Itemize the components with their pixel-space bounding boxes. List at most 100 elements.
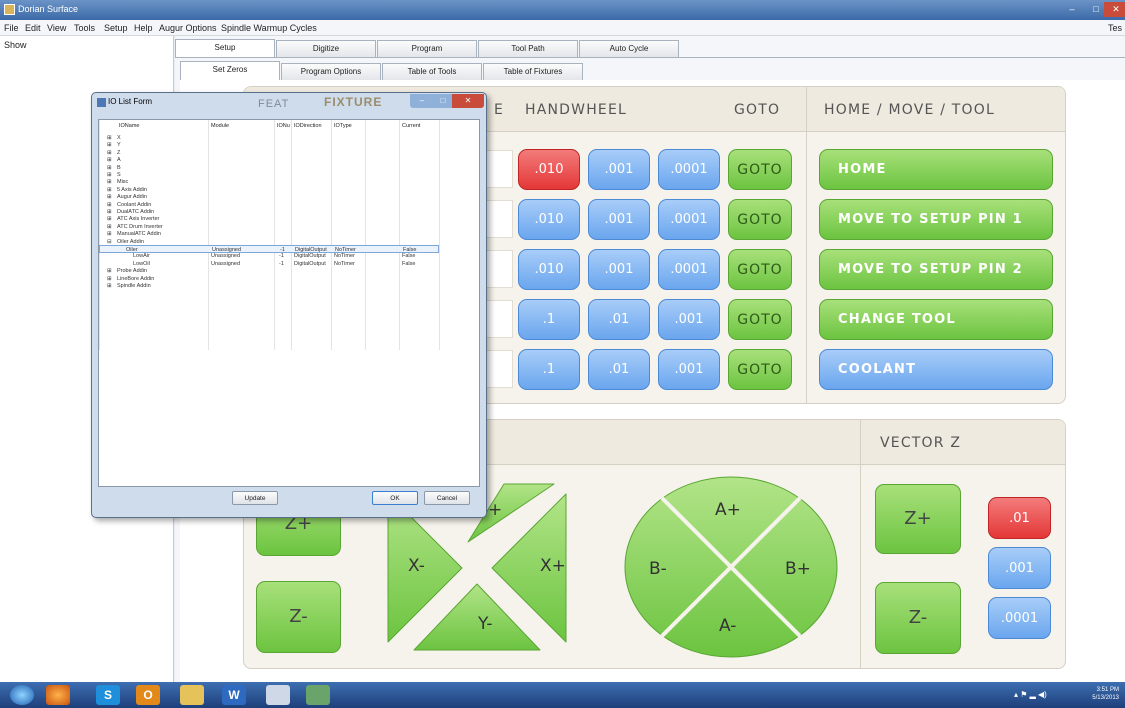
expand-icon[interactable]: ⊞	[107, 209, 112, 215]
handwheel-increment-button[interactable]: .01	[588, 299, 650, 340]
expand-icon[interactable]: ⊞	[107, 231, 112, 237]
goto-button[interactable]: GOTO	[728, 199, 792, 240]
explorer-icon[interactable]	[180, 685, 204, 705]
goto-button[interactable]: GOTO	[728, 149, 792, 190]
handwheel-increment-button[interactable]: .001	[588, 149, 650, 190]
expand-icon[interactable]: ⊞	[107, 216, 112, 222]
expand-icon[interactable]: ⊞	[107, 194, 112, 200]
skype-icon[interactable]: S	[96, 685, 120, 705]
axis-field[interactable]	[485, 300, 513, 338]
io-name-cell: S	[117, 172, 121, 178]
app-icon[interactable]	[306, 685, 330, 705]
handwheel-increment-button[interactable]: .001	[658, 299, 720, 340]
handwheel-increment-button[interactable]: .001	[658, 349, 720, 390]
expand-icon[interactable]: ⊞	[107, 135, 112, 141]
show-label[interactable]: Show	[4, 40, 27, 50]
dialog-close-button[interactable]: ✕	[452, 94, 484, 108]
jog-b-minus-button[interactable]: B-	[649, 559, 667, 579]
update-button[interactable]: Update	[232, 491, 278, 505]
collapse-icon[interactable]: ⊟	[107, 239, 112, 245]
expand-icon[interactable]: ⊞	[107, 268, 112, 274]
word-icon[interactable]: W	[222, 685, 246, 705]
outlook-icon[interactable]: O	[136, 685, 160, 705]
menu-file[interactable]: File	[4, 23, 19, 33]
handwheel-increment-button[interactable]: .0001	[658, 149, 720, 190]
io-tree-grid[interactable]: IOName Module IONu IODirection IOType Cu…	[98, 119, 480, 487]
handwheel-increment-button[interactable]: .001	[588, 249, 650, 290]
tab-digitize[interactable]: Digitize	[276, 40, 376, 57]
home-button[interactable]: HOME	[819, 149, 1053, 190]
menu-edit[interactable]: Edit	[25, 23, 41, 33]
jog-a-minus-button[interactable]: A-	[719, 616, 736, 636]
expand-icon[interactable]: ⊞	[107, 165, 112, 171]
handwheel-increment-button[interactable]: .010	[518, 199, 580, 240]
notepad-icon[interactable]	[266, 685, 290, 705]
dialog-maximize-button[interactable]: □	[434, 94, 452, 108]
io-name-cell: Probe Addin	[117, 268, 147, 275]
move-setup-pin-2-button[interactable]: MOVE TO SETUP PIN 2	[819, 249, 1053, 290]
tab-program[interactable]: Program	[377, 40, 477, 57]
dialog-minimize-button[interactable]: –	[410, 94, 434, 108]
move-setup-pin-1-button[interactable]: MOVE TO SETUP PIN 1	[819, 199, 1053, 240]
firefox-icon[interactable]	[46, 685, 70, 705]
axis-field[interactable]	[485, 200, 513, 238]
handwheel-increment-button[interactable]: .010	[518, 149, 580, 190]
handwheel-increment-button[interactable]: .001	[588, 199, 650, 240]
axis-field[interactable]	[485, 350, 513, 388]
menu-tools[interactable]: Tools	[74, 23, 95, 33]
subtab-program-options[interactable]: Program Options	[281, 63, 381, 80]
ok-button[interactable]: OK	[372, 491, 418, 505]
menu-setup[interactable]: Setup	[104, 23, 128, 33]
io-name-cell: LowOil	[133, 260, 150, 267]
menu-spindle-warmup-cycles[interactable]: Spindle Warmup Cycles	[221, 23, 317, 33]
expand-icon[interactable]: ⊞	[107, 172, 112, 178]
start-orb-icon[interactable]	[10, 685, 34, 705]
axis-field[interactable]	[485, 150, 513, 188]
jog-a-plus-button[interactable]: A+	[715, 500, 741, 520]
expand-icon[interactable]: ⊞	[107, 224, 112, 230]
expand-icon[interactable]: ⊞	[107, 157, 112, 163]
tab-auto-cycle[interactable]: Auto Cycle	[579, 40, 679, 57]
expand-icon[interactable]: ⊞	[107, 179, 112, 185]
expand-icon[interactable]: ⊞	[107, 142, 112, 148]
vector-z-plus-button[interactable]: Z+	[875, 484, 961, 554]
expand-icon[interactable]: ⊞	[107, 276, 112, 282]
handwheel-increment-button[interactable]: .0001	[658, 199, 720, 240]
handwheel-increment-button[interactable]: .1	[518, 349, 580, 390]
goto-button[interactable]: GOTO	[728, 299, 792, 340]
expand-icon[interactable]: ⊞	[107, 150, 112, 156]
subtab-set-zeros[interactable]: Set Zeros	[180, 61, 280, 80]
jog-b-plus-button[interactable]: B+	[785, 559, 811, 579]
handwheel-increment-button[interactable]: .01	[588, 349, 650, 390]
goto-button[interactable]: GOTO	[728, 249, 792, 290]
menu-augur-options[interactable]: Augur Options	[159, 23, 217, 33]
vector-z-increment-button[interactable]: .001	[988, 547, 1051, 589]
subtab-table-of-tools[interactable]: Table of Tools	[382, 63, 482, 80]
menu-overflow[interactable]: Tes	[1108, 23, 1122, 33]
axis-field[interactable]	[485, 250, 513, 288]
subtab-table-of-fixtures[interactable]: Table of Fixtures	[483, 63, 583, 80]
minimize-button[interactable]: –	[1060, 2, 1084, 17]
clock[interactable]: 3:51 PM 5/13/2013	[1092, 686, 1119, 702]
expand-icon[interactable]: ⊞	[107, 202, 112, 208]
change-tool-button[interactable]: CHANGE TOOL	[819, 299, 1053, 340]
tab-setup[interactable]: Setup	[175, 39, 275, 58]
goto-button[interactable]: GOTO	[728, 349, 792, 390]
expand-icon[interactable]: ⊞	[107, 283, 112, 289]
cancel-button[interactable]: Cancel	[424, 491, 470, 505]
vector-z-minus-button[interactable]: Z-	[875, 582, 961, 654]
handwheel-increment-button[interactable]: .010	[518, 249, 580, 290]
jog-z-minus-button[interactable]: Z-	[256, 581, 341, 653]
coolant-button[interactable]: COOLANT	[819, 349, 1053, 390]
menu-help[interactable]: Help	[134, 23, 153, 33]
expand-icon[interactable]: ⊞	[107, 187, 112, 193]
tray-icons[interactable]: ▴ ⚑ ▂ ◀)	[1014, 690, 1074, 700]
close-button[interactable]: ✕	[1104, 2, 1125, 17]
vector-z-increment-button[interactable]: .01	[988, 497, 1051, 539]
menu-view[interactable]: View	[47, 23, 66, 33]
tab-tool-path[interactable]: Tool Path	[478, 40, 578, 57]
handwheel-increment-button[interactable]: .0001	[658, 249, 720, 290]
vector-z-increment-button[interactable]: .0001	[988, 597, 1051, 639]
io-tree-row[interactable]: ⊞ Spindle Addin	[99, 282, 439, 290]
handwheel-increment-button[interactable]: .1	[518, 299, 580, 340]
